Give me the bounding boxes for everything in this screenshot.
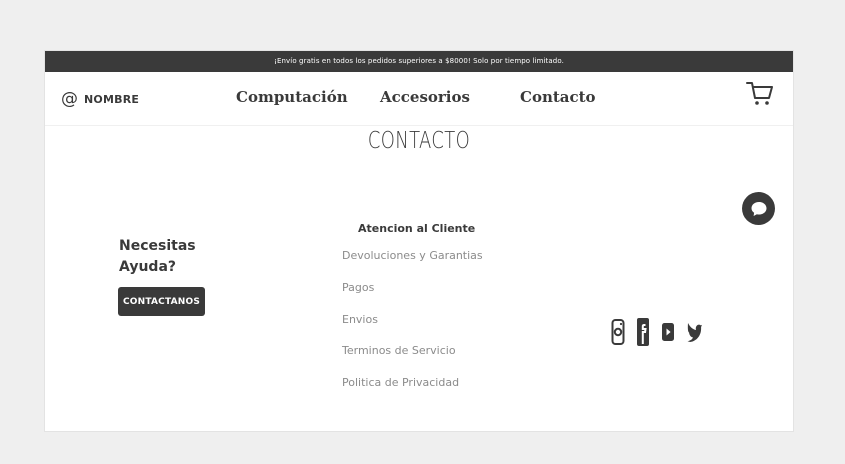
nav-link-accesorios[interactable]: Accesorios	[380, 88, 470, 106]
nav-link-computacion[interactable]: Computación	[236, 88, 348, 106]
instagram-icon[interactable]	[611, 318, 625, 346]
chat-bubble-icon[interactable]	[742, 192, 775, 225]
brand-name: NOMBRE	[84, 93, 140, 106]
privacy-link[interactable]: Politica de Privacidad	[342, 376, 459, 389]
brand-logo[interactable]: @ NOMBRE	[61, 91, 139, 108]
page-title: CONTACTO	[367, 128, 471, 154]
contact-button[interactable]: CONTACTANOS	[118, 287, 205, 316]
nav-link-contacto[interactable]: Contacto	[520, 88, 596, 106]
promo-banner: ¡Envío gratis en todos los pedidos super…	[45, 51, 793, 72]
terms-link[interactable]: Terminos de Servicio	[342, 344, 456, 357]
facebook-icon[interactable]	[636, 317, 650, 347]
customer-service-heading: Atencion al Cliente	[358, 222, 476, 235]
at-symbol-icon: @	[61, 89, 78, 109]
payments-link[interactable]: Pagos	[342, 281, 374, 294]
site-container: ¡Envío gratis en todos los pedidos super…	[44, 50, 794, 432]
returns-warranty-link[interactable]: Devoluciones y Garantias	[342, 249, 483, 262]
youtube-icon[interactable]	[661, 321, 675, 343]
promo-text: ¡Envío gratis en todos los pedidos super…	[274, 57, 564, 65]
shipping-link[interactable]: Envios	[342, 313, 378, 326]
site-header: @ NOMBRE Computación Accesorios Contacto	[45, 72, 793, 126]
shopping-cart-icon[interactable]	[745, 79, 775, 107]
social-links	[611, 317, 702, 347]
help-heading: Necesitas Ayuda?	[119, 238, 196, 275]
twitter-icon[interactable]	[686, 319, 702, 345]
